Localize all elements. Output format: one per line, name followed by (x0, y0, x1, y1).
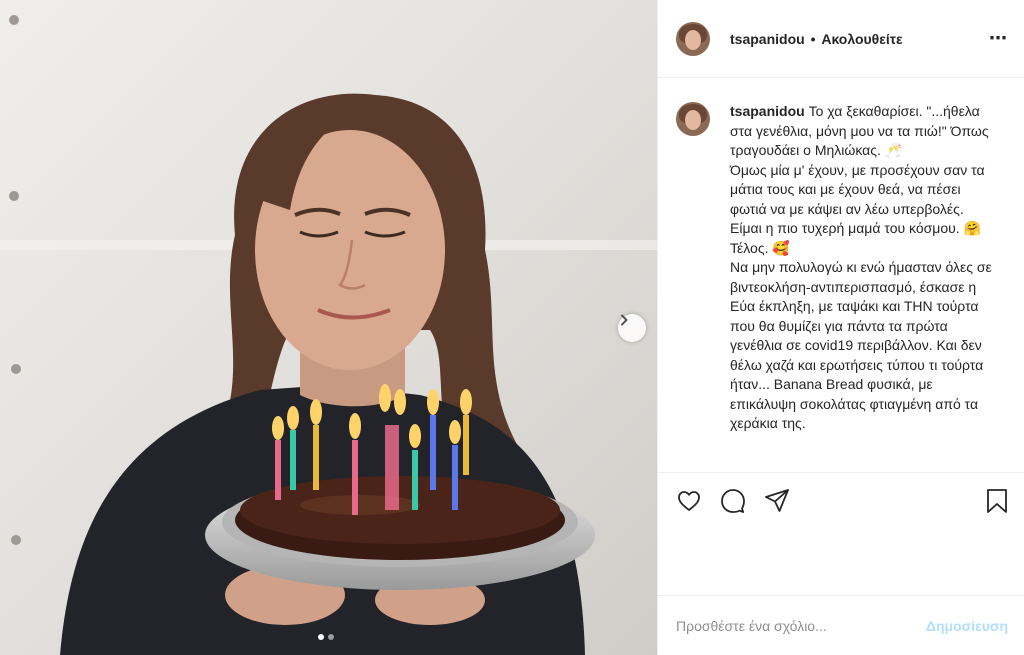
post-caption: tsapanidou Το χα ξεκαθαρίσει. "...ήθελα … (730, 102, 992, 472)
save-button[interactable] (984, 488, 1010, 514)
share-button[interactable] (764, 488, 790, 514)
avatar[interactable] (676, 21, 710, 56)
likes-area (658, 528, 1024, 595)
carousel-dot (328, 634, 334, 640)
username-link[interactable]: tsapanidou (730, 31, 805, 47)
caption-text: Το χα ξεκαθαρίσει. "...ήθελα στα γενέθλι… (730, 103, 992, 431)
add-comment-bar: Δημοσίευση (658, 595, 1024, 655)
carousel-indicator (318, 634, 334, 640)
next-photo-button[interactable] (618, 314, 646, 342)
caption-area: tsapanidou Το χα ξεκαθαρίσει. "...ήθελα … (658, 78, 1024, 472)
following-button[interactable]: Ακολουθείτε (821, 31, 902, 47)
post-comment-button[interactable]: Δημοσίευση (926, 618, 1008, 634)
photo-illustration (0, 0, 657, 655)
header-text: tsapanidou • Ακολουθείτε (730, 31, 989, 47)
separator-dot: • (810, 30, 816, 47)
carousel-dot-active (318, 634, 324, 640)
comment-button[interactable] (720, 488, 746, 514)
post-header: tsapanidou • Ακολουθείτε ⋯ (658, 0, 1024, 78)
bookmark-icon (987, 488, 1007, 513)
action-bar (658, 472, 1024, 528)
more-options-icon[interactable]: ⋯ (989, 28, 1008, 49)
heart-icon (678, 490, 700, 511)
caption-username[interactable]: tsapanidou (730, 103, 805, 119)
chevron-right-icon (621, 314, 628, 326)
comment-input[interactable] (676, 617, 926, 634)
like-button[interactable] (676, 488, 702, 514)
instagram-post: tsapanidou • Ακολουθείτε ⋯ tsapanidou Το… (0, 0, 1024, 655)
post-photo[interactable] (0, 0, 657, 655)
caption-avatar[interactable] (676, 102, 710, 136)
paper-plane-icon (765, 488, 789, 512)
comment-bubble-icon (721, 488, 745, 513)
post-side-panel: tsapanidou • Ακολουθείτε ⋯ tsapanidou Το… (657, 0, 1024, 655)
